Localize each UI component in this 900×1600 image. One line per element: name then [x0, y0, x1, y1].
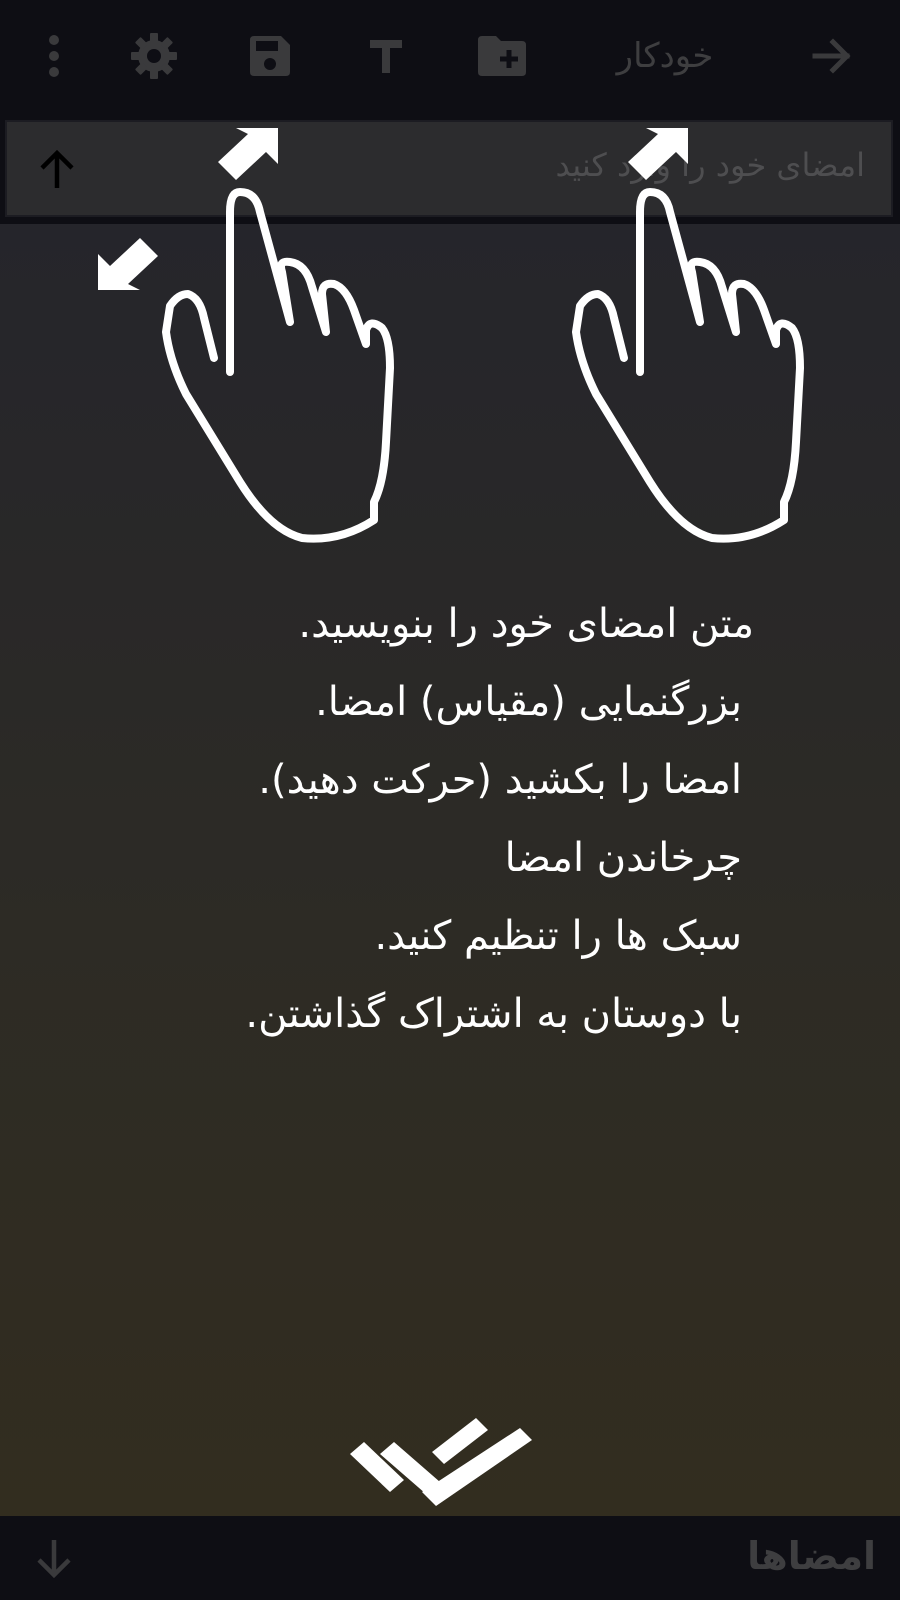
double-check-icon[interactable]	[350, 1418, 550, 1518]
arrow-down-icon[interactable]	[24, 1528, 84, 1588]
bottom-bar: امضاها	[0, 1516, 900, 1600]
more-vert-icon[interactable]	[24, 26, 84, 86]
folder-add-icon[interactable]	[472, 26, 532, 86]
forward-arrow-icon[interactable]	[803, 26, 863, 86]
toolbar-title[interactable]: خودکار	[595, 28, 735, 84]
arrow-up-icon[interactable]	[27, 140, 87, 200]
save-icon[interactable]	[240, 26, 300, 86]
signature-input-placeholder: امضای خود را وارد کنید	[555, 146, 865, 184]
text-icon[interactable]	[356, 26, 416, 86]
tip-drag: امضا را بکشید (حرکت دهید).	[258, 757, 742, 803]
tip-write-text: متن امضای خود را بنویسید.	[298, 601, 754, 647]
tutorial-tips: متن امضای خود را بنویسید. بزرگنمایی (مقی…	[54, 585, 754, 1053]
toolbar: خودکار	[0, 0, 900, 112]
gear-icon[interactable]	[124, 26, 184, 86]
tip-rotate: چرخاندن امضا	[504, 835, 742, 881]
tip-scale: بزرگنمایی (مقیاس) امضا.	[315, 679, 742, 725]
signatures-tab-label[interactable]: امضاها	[747, 1534, 876, 1578]
signature-input[interactable]: امضای خود را وارد کنید	[5, 120, 893, 217]
tip-share: با دوستان به اشتراک گذاشتن.	[245, 991, 742, 1037]
tip-styles: سبک ها را تنظیم کنید.	[374, 913, 742, 959]
